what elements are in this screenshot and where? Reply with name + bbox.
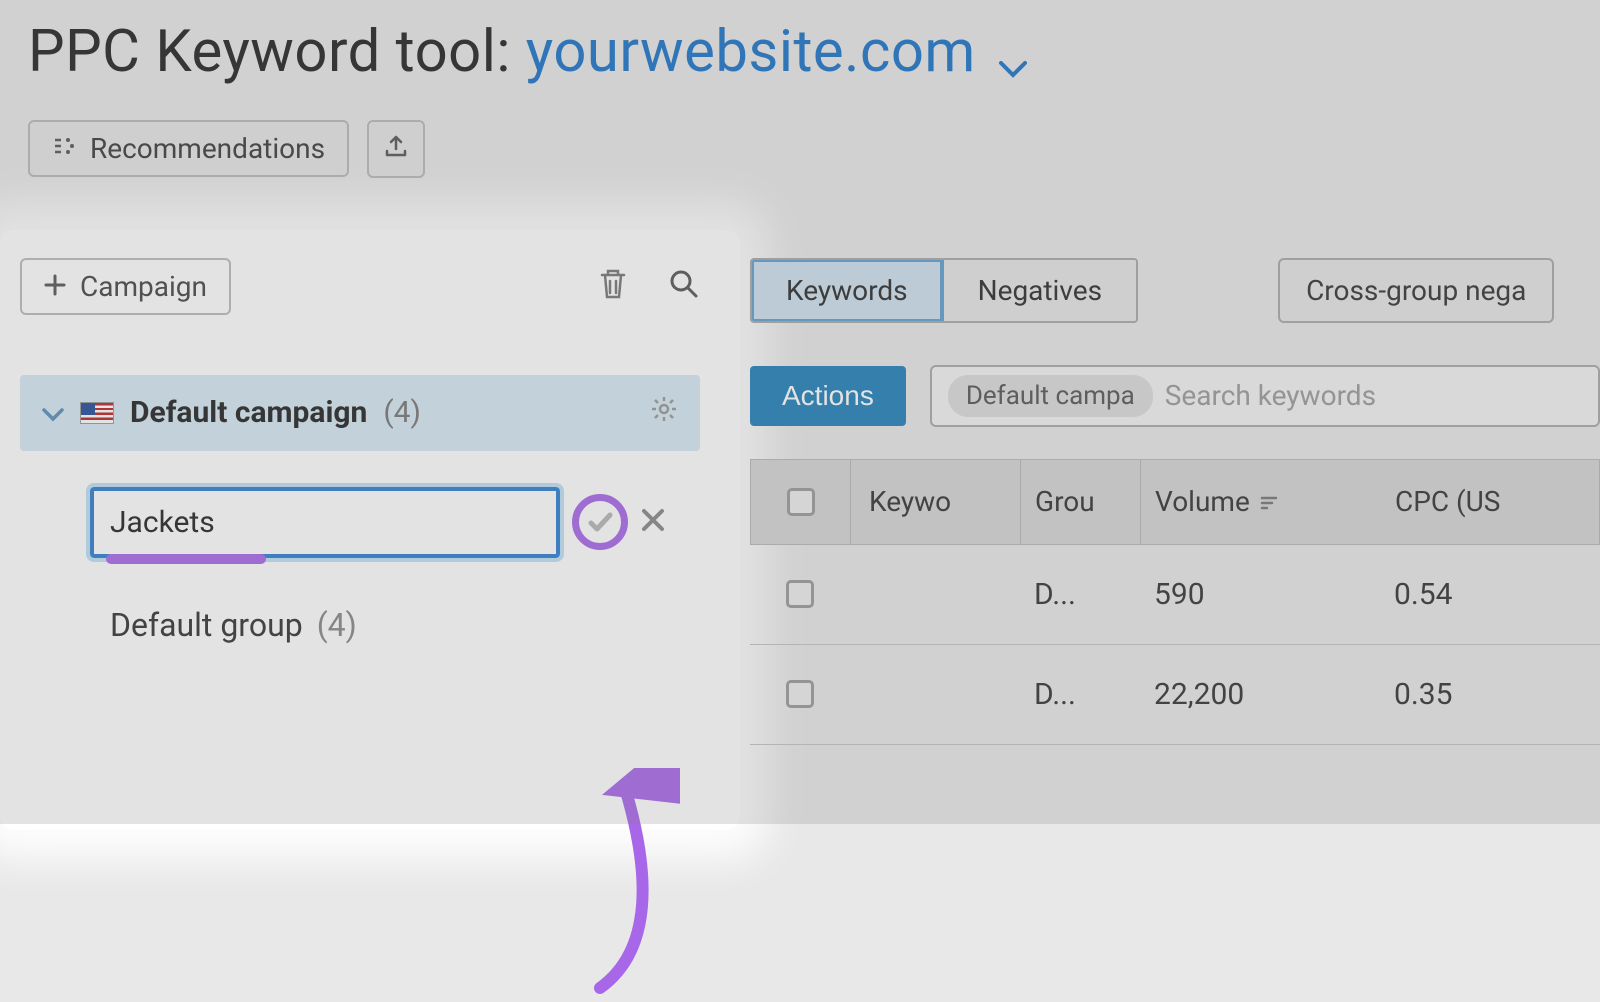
campaign-count: (4) (383, 395, 421, 430)
content-panel: Keywords Negatives Cross-group nega Acti… (720, 238, 1600, 745)
tab-keywords[interactable]: Keywords (752, 260, 944, 321)
recommendations-label: Recommendations (90, 132, 325, 165)
default-group-name: Default group (110, 606, 303, 644)
recommendations-button[interactable]: Recommendations (28, 120, 349, 177)
default-group-row[interactable]: Default group (4) (20, 606, 700, 644)
row-checkbox[interactable] (786, 680, 814, 708)
cell-group: D... (1020, 677, 1140, 712)
group-name-value: Jackets (110, 505, 215, 540)
actions-row: Actions Default campa Search keywords (750, 365, 1600, 427)
recommendations-icon (52, 132, 76, 165)
sort-icon (1260, 485, 1278, 518)
search-placeholder: Search keywords (1165, 379, 1376, 412)
main-area: Campaign Default campaign (4) (0, 238, 1600, 745)
tab-negatives[interactable]: Negatives (944, 260, 1136, 321)
sidebar-top-row: Campaign (20, 258, 700, 315)
check-icon (585, 507, 615, 537)
title-prefix: PPC Keyword tool: (28, 18, 511, 86)
table-row: D... 22,200 0.35 (750, 645, 1600, 745)
campaign-name: Default campaign (130, 395, 367, 430)
cell-volume: 22,200 (1140, 677, 1380, 712)
group-edit-row: Jackets (20, 487, 700, 558)
keyword-search-box[interactable]: Default campa Search keywords (930, 365, 1600, 427)
export-button[interactable] (367, 120, 425, 178)
cell-group: D... (1020, 577, 1140, 612)
gear-icon[interactable] (650, 395, 678, 431)
col-keyword[interactable]: Keywo (851, 460, 1021, 544)
trash-icon[interactable] (598, 267, 628, 305)
tabs-row: Keywords Negatives Cross-group nega (750, 258, 1600, 323)
cell-cpc: 0.54 (1380, 577, 1600, 612)
us-flag-icon (80, 402, 114, 424)
chevron-down-icon (42, 395, 64, 430)
campaign-row[interactable]: Default campaign (4) (20, 375, 700, 451)
plus-icon (44, 270, 66, 303)
cancel-group-button[interactable] (640, 507, 666, 537)
row-checkbox[interactable] (786, 580, 814, 608)
page-header: PPC Keyword tool: yourwebsite.com Recomm… (0, 0, 1600, 178)
filter-chip[interactable]: Default campa (948, 375, 1153, 417)
page-title: PPC Keyword tool: yourwebsite.com (28, 18, 1572, 90)
chevron-down-icon (999, 26, 1027, 94)
cell-cpc: 0.35 (1380, 677, 1600, 712)
table-header: Keywo Grou Volume CPC (US (750, 459, 1600, 545)
col-group[interactable]: Grou (1021, 460, 1141, 544)
actions-button[interactable]: Actions (750, 366, 906, 426)
add-campaign-label: Campaign (80, 270, 207, 303)
col-cpc[interactable]: CPC (US (1381, 460, 1599, 544)
confirm-group-button[interactable] (572, 494, 628, 550)
group-name-input[interactable]: Jackets (90, 487, 560, 558)
domain-selector[interactable]: yourwebsite.com (526, 18, 1027, 86)
search-icon[interactable] (668, 268, 700, 304)
campaign-sidebar: Campaign Default campaign (4) (0, 238, 720, 745)
toolbar: Recommendations (28, 120, 1572, 178)
keyword-tabs: Keywords Negatives (750, 258, 1138, 323)
cell-volume: 590 (1140, 577, 1380, 612)
select-all-checkbox[interactable] (787, 488, 815, 516)
keywords-table: Keywo Grou Volume CPC (US D... 590 0.54 (750, 459, 1600, 745)
default-group-count: (4) (317, 606, 357, 644)
table-row: D... 590 0.54 (750, 545, 1600, 645)
domain-text: yourwebsite.com (526, 18, 976, 86)
add-campaign-button[interactable]: Campaign (20, 258, 231, 315)
export-icon (383, 134, 409, 164)
cross-group-negatives-button[interactable]: Cross-group nega (1278, 258, 1554, 323)
col-volume[interactable]: Volume (1141, 460, 1381, 544)
